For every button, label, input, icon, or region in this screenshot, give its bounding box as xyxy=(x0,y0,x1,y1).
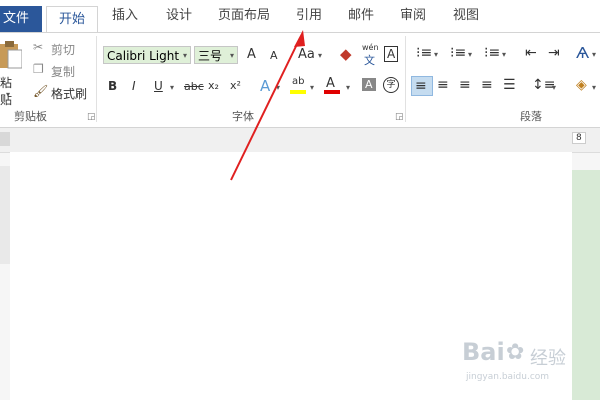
brush-icon: 🖌 xyxy=(33,84,49,98)
tab-references[interactable]: 引用 xyxy=(296,7,322,25)
divider xyxy=(405,36,406,122)
dialog-launcher-icon[interactable]: ◲ xyxy=(395,112,404,122)
grow-font-icon[interactable]: A xyxy=(247,47,256,62)
chevron-down-icon[interactable]: ▾ xyxy=(183,51,187,60)
multilevel-list-icon[interactable]: ⁝≡ xyxy=(484,45,500,61)
font-color-bar xyxy=(324,90,340,94)
divider xyxy=(96,36,97,122)
paw-icon: ✿ xyxy=(506,340,525,365)
chevron-down-icon[interactable]: ▾ xyxy=(552,83,556,92)
watermark-url: jingyan.baidu.com xyxy=(466,372,550,382)
tab-mailings[interactable]: 邮件 xyxy=(348,7,374,25)
tab-insert[interactable]: 插入 xyxy=(112,7,138,25)
align-left-icon: ≡ xyxy=(415,78,427,94)
tab-file[interactable]: 文件 xyxy=(0,6,42,32)
chevron-down-icon[interactable]: ▾ xyxy=(170,83,174,92)
align-right-icon[interactable]: ≡ xyxy=(459,77,471,93)
cut-label: 剪切 xyxy=(51,43,76,57)
chevron-down-icon: ▾ xyxy=(6,90,11,99)
change-case-icon[interactable]: Aa xyxy=(298,47,315,62)
baidu-watermark: Bai ✿ 经验 jingyan.baidu.com xyxy=(462,338,574,388)
chevron-down-icon[interactable]: ▾ xyxy=(276,83,280,92)
cut-button[interactable]: ✂ 剪切 xyxy=(33,40,81,57)
chevron-down-icon[interactable]: ▾ xyxy=(310,83,314,92)
align-left-button[interactable]: ≡ xyxy=(411,76,433,96)
font-color-icon[interactable]: A xyxy=(326,76,335,91)
highlight-icon[interactable]: ab xyxy=(292,76,304,87)
character-border-icon[interactable]: A xyxy=(384,46,399,62)
scissors-icon: ✂ xyxy=(33,40,44,54)
font-name-value: Calibri Light xyxy=(107,49,180,63)
side-panel xyxy=(572,170,600,400)
watermark-brand: Bai xyxy=(462,338,505,366)
numbering-icon[interactable]: ⁝≡ xyxy=(450,45,466,61)
chevron-down-icon[interactable]: ▾ xyxy=(346,83,350,92)
chevron-down-icon[interactable]: ▾ xyxy=(502,50,506,59)
copy-label: 复制 xyxy=(51,65,76,79)
text-effects-icon[interactable]: A xyxy=(260,77,270,95)
ruler-number: 8 xyxy=(572,132,586,144)
ribbon-tab-bar: 文件 开始 插入 设计 页面布局 引用 邮件 审阅 视图 xyxy=(0,0,600,33)
watermark-brand-2: 经验 xyxy=(530,348,566,369)
paste-label: 粘贴 xyxy=(0,76,13,107)
character-shading-icon[interactable]: A xyxy=(362,78,376,91)
font-group-label: 字体 xyxy=(232,110,254,123)
increase-indent-icon[interactable]: ⇥ xyxy=(548,45,560,61)
horizontal-ruler[interactable]: 8 xyxy=(0,128,600,153)
tab-design[interactable]: 设计 xyxy=(166,7,192,25)
eraser-icon[interactable]: ◆ xyxy=(340,45,352,63)
chinese-layout-icon[interactable]: Ѧ xyxy=(576,44,589,62)
vertical-ruler xyxy=(0,166,10,264)
distributed-icon[interactable]: ☰ xyxy=(503,77,516,93)
font-name-select[interactable]: Calibri Light xyxy=(103,46,191,64)
enclose-characters-icon[interactable]: 字 xyxy=(383,77,399,93)
copy-icon: ❐ xyxy=(33,62,44,76)
superscript-button[interactable]: x² xyxy=(230,79,241,92)
italic-button[interactable]: I xyxy=(132,79,136,93)
strikethrough-button[interactable]: abc xyxy=(184,80,204,93)
copy-button[interactable]: ❐ 复制 xyxy=(33,62,81,79)
phonetic-guide-icon[interactable]: 文 xyxy=(364,52,375,68)
tab-page-layout[interactable]: 页面布局 xyxy=(218,7,270,25)
paste-icon xyxy=(0,41,22,69)
clipboard-group-label: 剪贴板 xyxy=(14,110,47,123)
bullets-icon[interactable]: ⁝≡ xyxy=(416,45,432,61)
chevron-down-icon[interactable]: ▾ xyxy=(468,50,472,59)
tab-view[interactable]: 视图 xyxy=(453,7,479,25)
chevron-down-icon[interactable]: ▾ xyxy=(592,83,596,92)
paragraph-group-label: 段落 xyxy=(520,110,542,123)
highlight-color-bar xyxy=(290,90,306,94)
paste-button[interactable]: 粘贴 ▾ xyxy=(0,40,22,107)
format-painter-button[interactable]: 🖌 格式刷 xyxy=(33,84,91,101)
phonetic-guide-top: wén xyxy=(362,43,379,52)
justify-icon[interactable]: ≡ xyxy=(481,77,493,93)
font-size-value: 三号 xyxy=(198,49,223,63)
align-center-icon[interactable]: ≡ xyxy=(437,77,449,93)
dialog-launcher-icon[interactable]: ◲ xyxy=(87,112,96,122)
bold-button[interactable]: B xyxy=(108,79,117,93)
tab-home[interactable]: 开始 xyxy=(46,6,98,33)
underline-button[interactable]: U xyxy=(154,79,163,93)
format-painter-label: 格式刷 xyxy=(51,87,88,101)
shading-icon[interactable]: ◈ xyxy=(576,77,587,93)
chevron-down-icon[interactable]: ▾ xyxy=(318,51,322,60)
subscript-button[interactable]: x₂ xyxy=(208,79,219,92)
tab-review[interactable]: 审阅 xyxy=(400,7,426,25)
chevron-down-icon[interactable]: ▾ xyxy=(434,50,438,59)
decrease-indent-icon[interactable]: ⇤ xyxy=(525,45,537,61)
chevron-down-icon[interactable]: ▾ xyxy=(230,51,234,60)
shrink-font-icon[interactable]: A xyxy=(270,49,278,62)
chevron-down-icon[interactable]: ▾ xyxy=(592,50,596,59)
ruler-margin xyxy=(0,132,10,146)
